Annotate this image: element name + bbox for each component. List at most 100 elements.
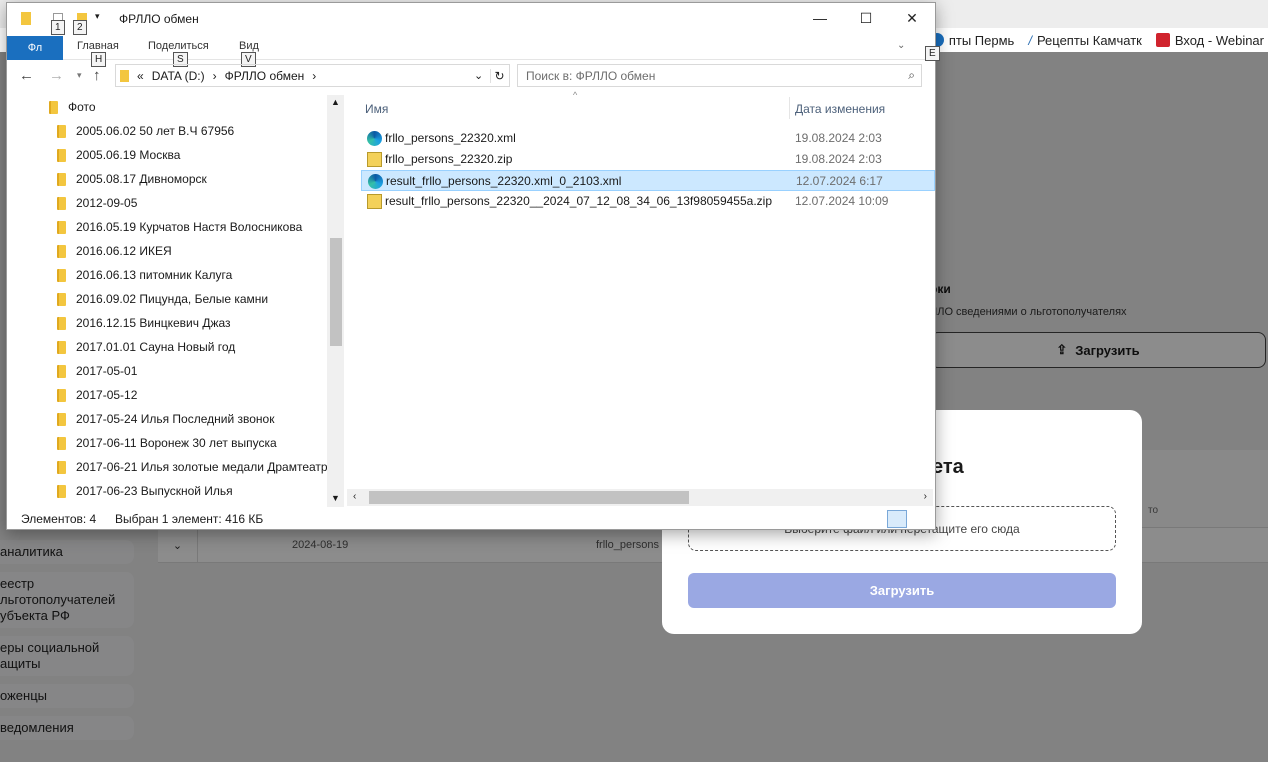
- details-view-icon[interactable]: [887, 510, 907, 528]
- bookmark-2-label: Рецепты Камчатк: [1036, 32, 1142, 48]
- file-name: result_frllo_persons_22320__2024_07_12_0…: [385, 194, 773, 208]
- tree-item[interactable]: 2016.06.12 ИКЕЯ: [7, 239, 172, 263]
- folder-icon: [57, 292, 66, 306]
- edge-icon: [367, 131, 382, 146]
- file-row[interactable]: result_frllo_persons_22320.xml_0_2103.xm…: [361, 170, 935, 191]
- column-divider[interactable]: [789, 97, 790, 119]
- dialog-titlebar[interactable]: ▾ 1 2 ФРЛЛО обмен — ☐ ✕: [7, 3, 935, 35]
- tree-item[interactable]: 2016.05.19 Курчатов Настя Волосникова: [7, 215, 302, 239]
- tree-item-label: 2017-05-12: [76, 388, 138, 402]
- folder-icon: [57, 364, 66, 378]
- recent-dropdown-icon[interactable]: ▾: [77, 70, 82, 81]
- tree-item[interactable]: 2016.06.13 питомник Калуга: [7, 263, 232, 287]
- tree-item[interactable]: 2016.09.02 Пицунда, Белые камни: [7, 287, 268, 311]
- tree-item[interactable]: 2005.08.17 Дивноморск: [7, 167, 207, 191]
- horizontal-scroll-thumb[interactable]: [369, 491, 689, 504]
- tree-item-label: 2017-05-24 Илья Последний звонок: [76, 412, 275, 426]
- tab-file[interactable]: Фл: [7, 36, 63, 60]
- tree-item-label: 2005.08.17 Дивноморск: [76, 172, 207, 186]
- tab-home[interactable]: Главная: [77, 40, 119, 52]
- folder-icon: [57, 220, 66, 234]
- folder-icon: [57, 244, 66, 258]
- chevron-right-icon[interactable]: ›: [213, 69, 217, 83]
- navigation-scroll-thumb[interactable]: [330, 238, 342, 346]
- status-selection: Выбран 1 элемент: 416 КБ: [115, 512, 264, 526]
- address-overflow[interactable]: «: [137, 69, 144, 83]
- scroll-down-icon[interactable]: ▼: [331, 493, 340, 503]
- refresh-icon[interactable]: ↻: [490, 68, 508, 83]
- modal-submit-button[interactable]: Загрузить: [688, 573, 1116, 608]
- tree-item-label: 2016.06.13 питомник Калуга: [76, 268, 233, 282]
- tree-item[interactable]: 2012-09-05: [7, 191, 137, 215]
- status-item-count: Элементов: 4: [21, 512, 97, 526]
- folder-icon: [57, 436, 66, 450]
- scroll-right-icon[interactable]: ›: [924, 491, 927, 502]
- address-part-drive[interactable]: DATA (D:): [152, 69, 205, 83]
- tree-item-label: Фото: [68, 100, 96, 114]
- folder-icon: [57, 412, 66, 426]
- keytip-2: 2: [73, 20, 87, 35]
- tree-item-label: 2016.12.15 Винцкевич Джаз: [76, 316, 231, 330]
- file-row[interactable]: frllo_persons_22320.xml 19.08.2024 2:03: [361, 128, 935, 149]
- back-button[interactable]: ←: [19, 67, 34, 84]
- folder-icon: [57, 316, 66, 330]
- tree-item[interactable]: 2005.06.19 Москва: [7, 143, 180, 167]
- file-row[interactable]: result_frllo_persons_22320__2024_07_12_0…: [361, 191, 935, 212]
- scroll-up-icon[interactable]: ▲: [331, 97, 340, 107]
- column-date[interactable]: Дата изменения: [795, 102, 885, 116]
- tree-item-label: 2005.06.19 Москва: [76, 148, 181, 162]
- search-icon: ⌕: [908, 68, 915, 82]
- tree-item[interactable]: 2017.01.01 Сауна Новый год: [7, 335, 235, 359]
- tree-item[interactable]: 2017-05-01: [7, 359, 137, 383]
- bookmark-1[interactable]: пты Пермь: [929, 32, 1015, 48]
- file-name: result_frllo_persons_22320.xml_0_2103.xm…: [386, 174, 622, 188]
- column-name[interactable]: Имя: [365, 102, 388, 116]
- file-row[interactable]: frllo_persons_22320.zip 19.08.2024 2:03: [361, 149, 935, 170]
- zip-icon: [367, 194, 382, 209]
- tree-item[interactable]: 2017-06-11 Воронеж 30 лет выпуска: [7, 431, 277, 455]
- forward-button[interactable]: →: [49, 67, 64, 84]
- tree-item[interactable]: 2005.06.02 50 лет В.Ч 67956: [7, 119, 234, 143]
- tree-item-label: 2016.06.12 ИКЕЯ: [76, 244, 172, 258]
- search-input[interactable]: Поиск в: ФРЛЛО обмен ⌕: [517, 64, 922, 87]
- search-placeholder: Поиск в: ФРЛЛО обмен: [526, 68, 656, 83]
- folder-icon: [57, 460, 66, 474]
- navigation-pane: Фото 2005.06.02 50 лет В.Ч 67956 2005.06.1…: [7, 95, 345, 507]
- address-dropdown-icon[interactable]: ⌄: [474, 69, 483, 82]
- tab-view[interactable]: Вид: [239, 40, 259, 52]
- ribbon: Фл Главная Поделиться Вид H S V ⌄ E: [7, 36, 940, 67]
- scroll-left-icon[interactable]: ‹: [353, 491, 356, 502]
- tree-item-label: 2017-06-21 Илья золотые медали Драмтеатр: [76, 460, 328, 474]
- minimize-button[interactable]: —: [797, 3, 843, 33]
- folder-icon: [57, 484, 66, 498]
- tree-item[interactable]: Фото: [7, 95, 96, 119]
- address-bar[interactable]: « DATA (D:) › ФРЛЛО обмен › ⌄ ↻: [115, 64, 510, 87]
- qat-dropdown-icon[interactable]: ▾: [95, 11, 100, 22]
- edge-icon: [368, 174, 383, 189]
- ribbon-expand-icon[interactable]: ⌄: [897, 40, 905, 51]
- address-part-folder[interactable]: ФРЛЛО обмен: [225, 69, 305, 83]
- tab-share[interactable]: Поделиться: [148, 40, 209, 52]
- folder-icon: [57, 148, 66, 162]
- tree-item[interactable]: 2017-06-21 Илья золотые медали Драмтеатр: [7, 455, 328, 479]
- large-icons-view-icon[interactable]: [911, 510, 931, 528]
- tree-item[interactable]: 2016.12.15 Винцкевич Джаз: [7, 311, 231, 335]
- folder-icon: [57, 196, 66, 210]
- up-button[interactable]: ↑: [93, 67, 101, 84]
- horizontal-scrollbar[interactable]: ‹ ›: [347, 489, 933, 506]
- bookmark-2[interactable]: / Рецепты Камчатк: [1028, 33, 1142, 48]
- maximize-button[interactable]: ☐: [843, 3, 889, 33]
- tree-item-label: 2005.06.02 50 лет В.Ч 67956: [76, 124, 235, 138]
- zip-icon: [367, 152, 382, 167]
- close-button[interactable]: ✕: [889, 3, 935, 33]
- folder-icon: [57, 388, 66, 402]
- tree-item[interactable]: 2017-05-24 Илья Последний звонок: [7, 407, 274, 431]
- webinar-icon: [1155, 33, 1170, 47]
- tree-item[interactable]: 2017-05-12: [7, 383, 137, 407]
- bookmark-1-label: пты Пермь: [948, 32, 1015, 48]
- tree-item[interactable]: 2017-06-23 Выпускной Илья: [7, 479, 233, 503]
- bookmark-3-label: Вход - Webinar: [1174, 32, 1264, 48]
- chevron-right-icon[interactable]: ›: [312, 69, 316, 83]
- file-list: Имя ^ Дата изменения frllo_persons_22320…: [345, 90, 935, 507]
- bookmark-3[interactable]: Вход - Webinar: [1155, 32, 1264, 48]
